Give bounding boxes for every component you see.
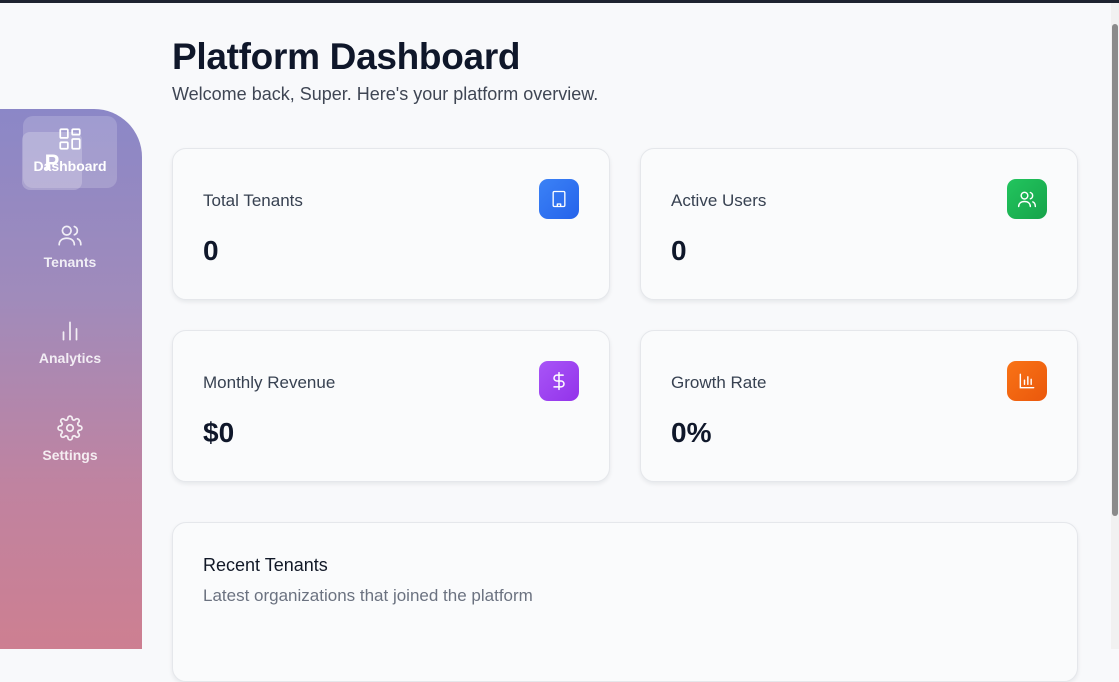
scrollbar-thumb[interactable] (1112, 24, 1118, 516)
stat-label: Monthly Revenue (203, 373, 336, 392)
stat-value: 0 (203, 235, 219, 266)
sidebar-item-label: Tenants (43, 254, 97, 270)
stat-label: Active Users (671, 191, 767, 210)
sidebar-item-settings[interactable]: Settings (23, 405, 117, 477)
page-subtitle: Welcome back, Super. Here's your platfor… (172, 84, 599, 104)
sidebar-item-label: Settings (42, 447, 98, 463)
stat-card-growth-rate: Growth Rate 0% (640, 330, 1078, 482)
users-icon (1007, 179, 1047, 219)
gear-icon (57, 415, 83, 441)
stat-card-total-tenants: Total Tenants 0 (172, 148, 610, 300)
users-icon (57, 222, 83, 248)
dollar-icon (539, 361, 579, 401)
stat-card-monthly-revenue: Monthly Revenue $0 (172, 330, 610, 482)
bar-chart-icon (57, 318, 83, 344)
page-title: Platform Dashboard (172, 36, 521, 77)
window-top-border (0, 0, 1119, 3)
recent-tenants-title: Recent Tenants (203, 555, 328, 575)
sidebar-item-label: Analytics (38, 350, 102, 366)
sidebar-item-label: Dashboard (33, 158, 107, 174)
recent-tenants-card: Recent Tenants Latest organizations that… (172, 522, 1078, 682)
stat-label: Growth Rate (671, 373, 767, 392)
sidebar-item-tenants[interactable]: Tenants (23, 212, 117, 284)
bar-chart-icon (1007, 361, 1047, 401)
sidebar-item-dashboard[interactable]: Dashboard (23, 116, 117, 188)
sidebar-item-analytics[interactable]: Analytics (23, 308, 117, 380)
building-icon (539, 179, 579, 219)
dashboard-grid-icon (57, 126, 83, 152)
stat-card-active-users: Active Users 0 (640, 148, 1078, 300)
stat-value: 0% (671, 417, 712, 448)
stat-value: 0 (671, 235, 687, 266)
recent-tenants-subtitle: Latest organizations that joined the pla… (203, 586, 533, 605)
stat-label: Total Tenants (203, 191, 303, 210)
stat-value: $0 (203, 417, 235, 448)
